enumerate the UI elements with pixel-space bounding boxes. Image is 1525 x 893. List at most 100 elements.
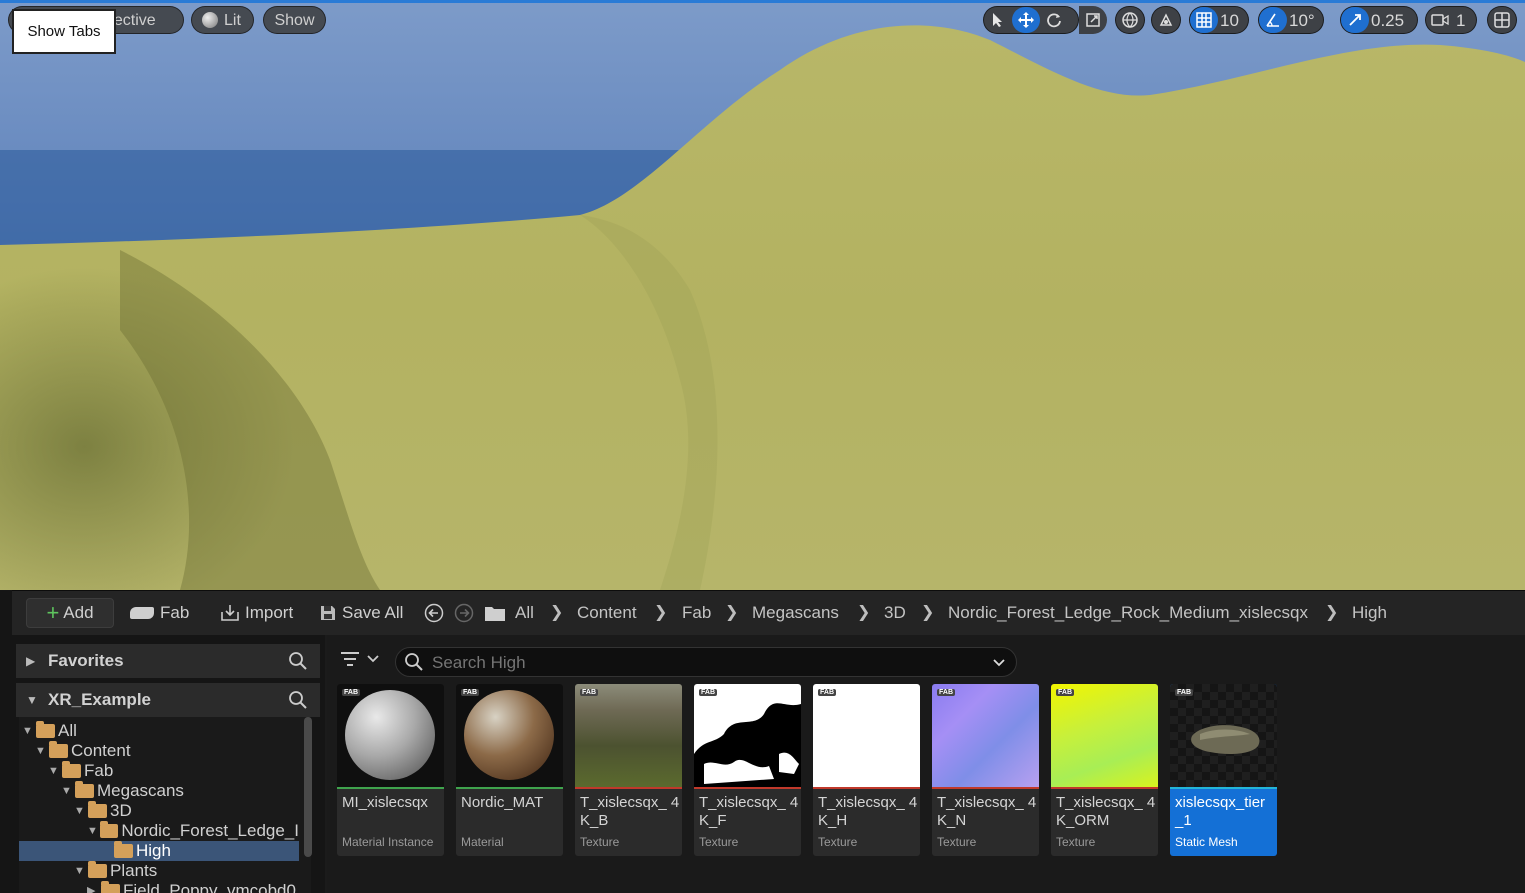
asset-type-color-bar [694,787,801,789]
scale-mode-icon[interactable] [1079,6,1107,34]
tree-label: Plants [110,861,158,880]
scale-snap-icon [1341,7,1369,33]
folder-path-button[interactable] [484,598,506,628]
breadcrumb-all[interactable]: All [515,598,534,628]
breadcrumb-chevron-icon[interactable]: ❯ [921,598,934,628]
breadcrumb-chevron-icon[interactable]: ❯ [1325,598,1338,628]
tree-node-plants[interactable]: ▼ Plants [74,861,157,881]
asset-type: Static Mesh [1175,835,1238,849]
asset-name: T_xislecsqx_ 4K_F [699,794,799,829]
fab-badge: FAB [937,689,955,696]
tree-node-3d[interactable]: ▼ 3D [74,801,132,821]
asset-type: Texture [818,835,858,849]
save-all-button[interactable]: Save All [320,598,403,628]
fab-badge: FAB [818,689,836,696]
breadcrumb-asset-folder[interactable]: Nordic_Forest_Ledge_Rock_Medium_xislecsq… [948,598,1308,628]
rotate-mode-icon[interactable] [1040,7,1068,33]
add-button[interactable]: + Add [26,598,114,628]
chevron-down-icon[interactable] [992,658,1006,668]
asset-type-color-bar [813,787,920,789]
asset-tile-selected[interactable]: FAB xislecsqx_tier _1 Static Mesh [1170,684,1277,856]
tree-scrollbar[interactable] [304,717,312,857]
fab-button[interactable]: Fab [130,598,189,628]
back-arrow-icon [424,603,444,623]
import-button[interactable]: Import [220,598,293,628]
chevron-down-icon [367,655,379,663]
grid-snap-value: 10 [1220,10,1239,30]
asset-type: Material [461,835,504,849]
lit-view-mode-button[interactable]: Lit [191,6,254,34]
fab-badge: FAB [580,689,598,696]
content-browser-toolbar: + Add Fab Import Save All All ❯ Content … [12,591,1525,635]
tree-node-fab[interactable]: ▼ Fab [48,761,113,781]
tree-label: Megascans [97,781,184,800]
search-icon[interactable] [288,690,308,710]
tree-node-all[interactable]: ▼ All [22,721,77,741]
tree-node-high[interactable]: High [100,841,171,861]
history-back-button[interactable] [424,598,444,628]
filter-button[interactable] [340,651,380,667]
scale-snap-button[interactable]: 0.25 [1340,6,1418,34]
breadcrumb-chevron-icon[interactable]: ❯ [857,598,870,628]
folder-icon [88,801,107,818]
breadcrumb-high[interactable]: High [1352,598,1387,628]
favorites-header[interactable]: ▶ Favorites [16,644,320,678]
lit-label: Lit [224,12,241,29]
tree-node-field-poppy[interactable]: ▶ Field_Poppy_vmcobd0 [87,881,299,893]
breadcrumb-fab[interactable]: Fab [682,598,711,628]
search-icon[interactable] [288,651,308,671]
tree-node-megascans[interactable]: ▼ Megascans [61,781,184,801]
import-icon [221,605,239,621]
translate-mode-icon[interactable] [1012,7,1040,33]
breadcrumb-3d[interactable]: 3D [884,598,906,628]
asset-type: Texture [699,835,739,849]
tree-label: Nordic_Forest_Ledge_I [121,821,299,840]
asset-thumbnail: FAB [456,684,563,787]
fab-badge: FAB [699,689,717,696]
breadcrumb-content[interactable]: Content [577,598,637,628]
collapsed-arrow-icon: ▶ [87,885,96,893]
grid-snap-button[interactable]: 10 [1189,6,1249,34]
show-menu-button[interactable]: Show [263,6,326,34]
asset-thumbnail: FAB [337,684,444,787]
fab-badge: FAB [1175,689,1193,696]
rotation-snap-button[interactable]: 10° [1258,6,1324,34]
fab-badge: FAB [1056,689,1074,696]
search-input[interactable] [430,652,974,674]
breadcrumb-chevron-icon[interactable]: ❯ [725,598,738,628]
asset-name: MI_xislecsqx [342,794,428,811]
history-forward-button[interactable] [454,598,474,628]
level-viewport[interactable]: Show Tabs pective Lit Show 10 10° 0.25 1 [0,0,1525,590]
asset-tile[interactable]: FAB MI_xislecsqx Material Instance [337,684,444,856]
tree-label: 3D [110,801,132,820]
asset-tile[interactable]: FAB T_xislecsqx_ 4K_H Texture [813,684,920,856]
select-mode-icon[interactable] [984,7,1012,33]
asset-tile[interactable]: FAB T_xislecsqx_ 4K_B Texture [575,684,682,856]
asset-view: FAB MI_xislecsqx Material Instance FAB N… [327,635,1525,893]
viewport-layout-button[interactable] [1487,6,1517,34]
breadcrumb-megascans[interactable]: Megascans [752,598,839,628]
project-header[interactable]: ▼ XR_Example [16,683,320,717]
asset-name: T_xislecsqx_ 4K_N [937,794,1037,829]
tree-node-content[interactable]: ▼ Content [35,741,131,761]
world-local-toggle[interactable] [1115,6,1145,34]
landscape-scene [0,0,1525,590]
breadcrumb-chevron-icon[interactable]: ❯ [654,598,667,628]
asset-tile[interactable]: FAB T_xislecsqx_ 4K_F Texture [694,684,801,856]
asset-type: Texture [1056,835,1096,849]
asset-tile[interactable]: FAB T_xislecsqx_ 4K_ORM Texture [1051,684,1158,856]
folder-icon [485,607,505,621]
asset-type-color-bar [456,787,563,789]
asset-name: T_xislecsqx_ 4K_H [818,794,918,829]
expanded-arrow-icon: ▼ [74,865,85,877]
asset-tile[interactable]: FAB Nordic_MAT Material [456,684,563,856]
material-sphere-preview [345,690,435,780]
asset-tile[interactable]: FAB T_xislecsqx_ 4K_N Texture [932,684,1039,856]
camera-speed-button[interactable]: 1 [1425,6,1477,34]
breadcrumb-chevron-icon[interactable]: ❯ [550,598,563,628]
surface-snapping-toggle[interactable] [1151,6,1181,34]
expanded-arrow-icon: ▼ [74,805,85,817]
search-box[interactable] [395,647,1017,677]
asset-type: Material Instance [342,835,434,849]
tree-node-asset-folder[interactable]: ▼ Nordic_Forest_Ledge_I [87,821,299,841]
